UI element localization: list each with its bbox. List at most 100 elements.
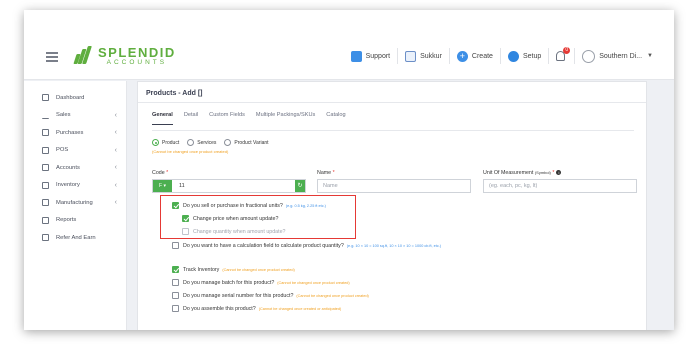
bar-chart-icon bbox=[42, 112, 49, 119]
sidebar-item-label: Dashboard bbox=[56, 94, 85, 101]
sidebar-item-inventory[interactable]: Inventory ‹ bbox=[24, 177, 126, 195]
calculation-field-label: Do you want to have a calculation field … bbox=[183, 242, 344, 249]
setup-button[interactable]: Setup bbox=[501, 48, 550, 64]
calculation-field-checkbox[interactable] bbox=[172, 242, 179, 249]
tab-general[interactable]: General bbox=[152, 112, 173, 125]
support-label: Support bbox=[365, 52, 391, 60]
assemble-note: (Cannot be changed once created or antic… bbox=[258, 306, 342, 311]
highlight-box bbox=[160, 195, 356, 239]
calculation-field-hint: (e.g. 10 × 10 = 100 sq.ft, 10 × 10 × 10 … bbox=[346, 243, 442, 248]
menu-toggle-icon[interactable] bbox=[46, 52, 58, 62]
assemble-row: Do you assemble this product? (Cannot be… bbox=[172, 305, 341, 312]
sidebar-item-pos[interactable]: POS ‹ bbox=[24, 142, 126, 160]
track-inventory-label: Track Inventory bbox=[183, 266, 220, 273]
app-logo[interactable]: SPLENDID ACCOUNTS bbox=[72, 43, 176, 69]
sidebar-item-accounts[interactable]: Accounts ‹ bbox=[24, 159, 126, 177]
track-inventory-note: (Cannot be changed once product created) bbox=[222, 267, 295, 272]
sidebar-item-label: Inventory bbox=[56, 182, 80, 189]
batch-checkbox[interactable] bbox=[172, 279, 179, 286]
tab-multiple-packings[interactable]: Multiple Packings/SKUs bbox=[256, 112, 315, 125]
tab-catalog[interactable]: Catalog bbox=[326, 112, 345, 125]
tab-custom-fields[interactable]: Custom Fields bbox=[209, 112, 245, 125]
chevron-left-icon: ‹ bbox=[114, 164, 117, 172]
serial-number-row: Do you manage serial number for this pro… bbox=[172, 292, 369, 299]
sidebar-item-label: Accounts bbox=[56, 164, 80, 171]
code-prefix-button[interactable]: F ▾ bbox=[153, 180, 172, 192]
serial-number-note: (Cannot be changed once product created) bbox=[296, 293, 369, 298]
code-label: Code * bbox=[152, 170, 169, 176]
sidebar-item-refer-and-earn[interactable]: Refer And Earn bbox=[24, 229, 126, 247]
sidebar-item-label: Purchases bbox=[56, 129, 84, 136]
calculation-field-row: Do you want to have a calculation field … bbox=[172, 242, 441, 249]
type-note: (Cannot be changed once product created) bbox=[152, 149, 229, 154]
create-button[interactable]: + Create bbox=[450, 48, 501, 64]
refresh-code-icon[interactable]: ↻ bbox=[295, 180, 305, 192]
uom-input[interactable]: (eg. each, pc, kg, lt) bbox=[483, 179, 637, 193]
setup-label: Setup bbox=[522, 52, 542, 60]
dashboard-icon bbox=[42, 94, 49, 102]
serial-number-label: Do you manage serial number for this pro… bbox=[183, 292, 294, 299]
code-input[interactable]: 11 bbox=[172, 183, 295, 189]
top-nav: Support Sukkur + Create Setup 0 Southern… bbox=[344, 47, 660, 64]
batch-note: (Cannot be changed once product created) bbox=[277, 280, 350, 285]
track-inventory-row: Track Inventory (Cannot be changed once … bbox=[172, 266, 295, 273]
radio-services[interactable]: Services bbox=[187, 139, 216, 146]
radio-label: Product Variant bbox=[234, 139, 269, 146]
accounts-icon bbox=[42, 164, 49, 172]
plus-circle-icon: + bbox=[456, 50, 468, 62]
chevron-left-icon: ‹ bbox=[114, 181, 117, 189]
logo-subtitle: ACCOUNTS bbox=[106, 58, 168, 66]
radio-product-input[interactable] bbox=[152, 139, 159, 146]
sidebar-item-dashboard[interactable]: Dashboard bbox=[24, 89, 126, 107]
track-inventory-checkbox[interactable] bbox=[172, 266, 179, 273]
assemble-label: Do you assemble this product? bbox=[183, 305, 256, 312]
chevron-left-icon: ‹ bbox=[114, 199, 117, 207]
tab-bar: General Detail Custom Fields Multiple Pa… bbox=[152, 112, 357, 125]
name-label: Name * bbox=[317, 170, 335, 176]
avatar bbox=[582, 49, 596, 63]
sidebar-item-purchases[interactable]: Purchases ‹ bbox=[24, 124, 126, 142]
name-input[interactable]: Name bbox=[317, 179, 471, 193]
page-title: Products - Add [] bbox=[138, 82, 646, 103]
batch-row: Do you manage batch for this product? (C… bbox=[172, 279, 350, 286]
serial-number-checkbox[interactable] bbox=[172, 292, 179, 299]
create-label: Create bbox=[471, 52, 493, 60]
tab-detail[interactable]: Detail bbox=[184, 112, 198, 125]
sidebar-item-label: Refer And Earn bbox=[56, 234, 96, 241]
code-field: F ▾ 11 ↻ bbox=[152, 179, 306, 193]
batch-label: Do you manage batch for this product? bbox=[183, 279, 275, 286]
report-icon bbox=[42, 216, 49, 224]
tab-divider bbox=[152, 130, 634, 131]
sidebar-item-sales[interactable]: Sales ‹ bbox=[24, 107, 126, 125]
support-button[interactable]: Support bbox=[344, 48, 399, 64]
radio-variant-input[interactable] bbox=[224, 139, 232, 146]
sidebar-item-label: POS bbox=[56, 147, 69, 154]
radio-services-input[interactable] bbox=[187, 139, 195, 146]
radio-label: Product bbox=[162, 139, 180, 146]
radio-label: Services bbox=[197, 139, 217, 146]
info-icon[interactable]: i bbox=[556, 170, 562, 175]
sidebar-item-reports[interactable]: Reports bbox=[24, 212, 126, 230]
user-menu[interactable]: Southern Di... ▼ bbox=[575, 48, 660, 64]
branch-selector[interactable]: Sukkur bbox=[398, 48, 450, 64]
radio-product-variant[interactable]: Product Variant bbox=[224, 139, 269, 146]
phone-icon bbox=[350, 50, 362, 62]
notification-badge: 0 bbox=[563, 47, 571, 54]
sidebar-item-manufacturing[interactable]: Manufacturing ‹ bbox=[24, 194, 126, 212]
app-window: SPLENDID ACCOUNTS Support Sukkur + Creat… bbox=[24, 10, 674, 330]
uom-label: Unit Of Measurement (Symbol) * i bbox=[483, 170, 562, 176]
caret-down-icon: ▼ bbox=[647, 53, 653, 59]
logo-title: SPLENDID bbox=[98, 44, 176, 60]
chevron-left-icon: ‹ bbox=[114, 146, 117, 154]
gear-icon bbox=[507, 50, 519, 62]
radio-product[interactable]: Product bbox=[152, 139, 179, 146]
sidebar-item-label: Sales bbox=[56, 112, 71, 119]
assemble-checkbox[interactable] bbox=[172, 305, 179, 312]
bell-icon: 0 bbox=[556, 47, 571, 61]
logo-mark-icon bbox=[72, 46, 94, 66]
factory-icon bbox=[42, 199, 49, 207]
building-icon bbox=[405, 50, 417, 62]
branch-label: Sukkur bbox=[420, 52, 442, 60]
pos-icon bbox=[42, 146, 49, 154]
notifications-button[interactable]: 0 bbox=[549, 47, 576, 64]
